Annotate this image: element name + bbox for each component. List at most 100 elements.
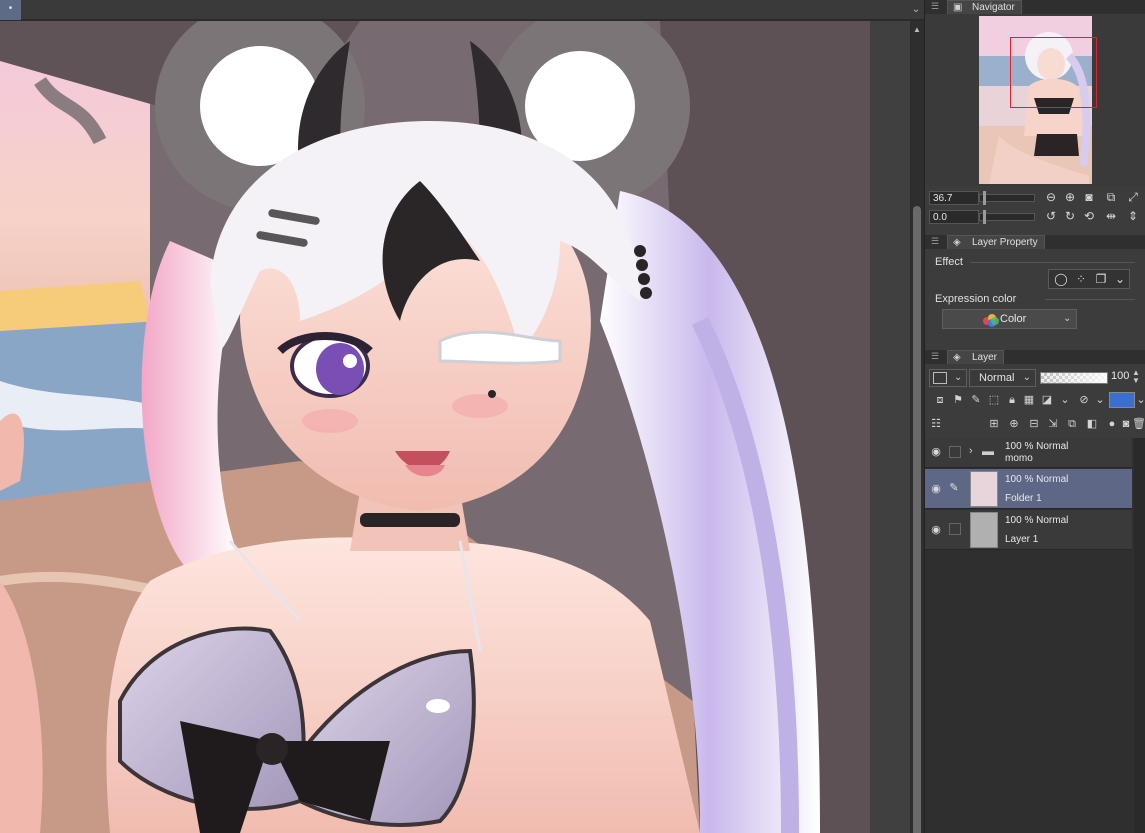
navigator-preview[interactable] [925,14,1145,186]
chevron-down-icon: ⌄ [1022,372,1031,383]
zoom-knob[interactable] [983,191,986,205]
pen-icon[interactable]: ✎ [947,481,961,495]
divider [1045,299,1135,300]
merge-down-icon[interactable]: ⧉ [1065,417,1079,431]
rotate-right-icon[interactable]: ↻ [1062,209,1078,225]
scroll-up-icon[interactable]: ▲ [910,23,924,37]
fit-view-icon[interactable]: ◙ [1081,190,1097,206]
layer-panel-title: Layer [972,352,998,363]
opacity-spinner-icon[interactable]: ▲ ▼ [1132,369,1140,385]
effect-buttons: ◯ ⁘ ❐ ⌄ [1048,269,1130,289]
flip-vertical-icon[interactable]: ⇕ [1125,209,1141,225]
layer-menu-icon[interactable]: ☷ [929,417,943,431]
apply-mask-icon[interactable]: ● [1105,417,1119,431]
scrollbar-thumb[interactable] [913,206,921,833]
rotation-track[interactable] [979,213,1035,221]
border-effect-icon[interactable]: ◯ [1053,271,1069,287]
lock-alpha-icon[interactable]: ▦ [1022,393,1036,407]
navigator-header: ☰ ▣ Navigator [925,0,1145,14]
rotation-slider[interactable]: 0.0 [929,210,1037,226]
zoom-slider[interactable]: 36.7 [929,191,1037,207]
eye-icon[interactable]: ◉ [929,482,943,496]
layer-color-icon[interactable]: ❐ [1093,271,1109,287]
mask-icon[interactable]: ◪ [1040,393,1054,407]
tab-layer[interactable]: ◈ Layer [947,350,1005,364]
chevron-down-icon[interactable]: ⌄ [1093,393,1107,407]
chevron-down-icon[interactable]: ⌄ [909,2,923,18]
panel-menu-icon[interactable]: ☰ [931,235,941,249]
reset-rotation-icon[interactable]: ⟲ [1081,209,1097,225]
chevron-down-icon[interactable]: ⌄ [1112,271,1128,287]
layer-color-swatch[interactable] [1109,392,1135,408]
lock-transparent-icon[interactable]: ⬚ [987,393,1001,407]
opacity-slider[interactable] [1040,372,1108,384]
tab-layer-property[interactable]: ◈ Layer Property [947,235,1045,249]
layer-property-body: Effect ◯ ⁘ ❐ ⌄ Expression color Color ⌄ [925,251,1145,344]
lock-toggle[interactable] [949,523,961,535]
canvas-tab-bar: • ⌄ [0,0,924,20]
navigator-view-frame[interactable] [1010,37,1097,108]
divider [970,262,1135,263]
panel-menu-icon[interactable]: ☰ [931,0,941,14]
expression-color-label: Expression color [935,293,1017,305]
zoom-value[interactable]: 36.7 [929,191,979,205]
layer-property-title: Layer Property [972,237,1038,248]
zoom-in-icon[interactable]: ⊕ [1062,190,1078,206]
mask-add-icon[interactable]: ◧ [1085,417,1099,431]
layer-name: momo [1005,453,1033,464]
layer-mode: 100 % Normal [1005,441,1069,452]
drawing-canvas[interactable] [0,21,870,833]
layer-mode: 100 % Normal [1005,474,1069,485]
zoom-out-icon[interactable]: ⊖ [1043,190,1059,206]
ruler-icon[interactable]: ⊘ [1077,393,1091,407]
chevron-down-icon[interactable]: ⌄ [1058,393,1072,407]
layer-panel-header: ☰ ◈ Layer [925,350,1145,364]
eye-icon[interactable]: ◉ [929,445,943,459]
camera-icon[interactable]: ◙ [1119,417,1133,431]
navigator-icon: ▣ [953,2,963,13]
draft-layer-icon[interactable]: ✎ [969,393,983,407]
new-vector-layer-icon[interactable]: ⊕ [1007,417,1021,431]
layer-thumbnail [970,471,998,507]
trash-icon[interactable]: 🗑︎ [1132,417,1145,431]
rotation-knob[interactable] [983,210,986,224]
chevron-right-icon[interactable]: › [969,445,973,457]
layer-list-scrollbar[interactable] [1134,438,1145,833]
clip-layer-icon[interactable]: ⧈ [933,393,947,407]
tone-effect-icon[interactable]: ⁘ [1073,271,1089,287]
expression-color-select[interactable]: Color ⌄ [942,309,1077,329]
panel-menu-icon[interactable]: ☰ [931,350,941,364]
tab-navigator[interactable]: ▣ Navigator [947,0,1022,14]
eye-icon[interactable]: ◉ [929,523,943,537]
layer-type-icon [933,372,947,384]
new-folder-icon[interactable]: ⊟ [1027,417,1041,431]
reference-layer-icon[interactable]: ⚑ [951,393,965,407]
rotation-value[interactable]: 0.0 [929,210,979,224]
effect-label: Effect [935,256,963,268]
layers-icon: ◈ [953,352,961,363]
artwork [0,21,870,833]
canvas-vertical-scrollbar[interactable]: ▲ ▼ [910,21,924,833]
zoom-track[interactable] [979,194,1035,202]
chevron-down-icon[interactable]: ⌄ [1134,393,1145,407]
layer-row-folder[interactable]: ◉ › ▬ 100 % Normal momo [925,438,1132,468]
flip-horizontal-icon[interactable]: ⇹ [1103,209,1119,225]
layer-name: Layer 1 [1005,534,1039,545]
layer-mode: 100 % Normal [1005,515,1069,526]
expression-color-value: Color [1000,313,1027,325]
lock-layer-icon[interactable]: 🔒︎ [1005,393,1019,407]
new-raster-layer-icon[interactable]: ⊞ [987,417,1001,431]
layer-row[interactable]: ◉ 100 % Normal Layer 1 [925,510,1132,550]
layer-row-selected[interactable]: ◉ ✎ 100 % Normal Folder 1 [925,469,1132,509]
transfer-down-icon[interactable]: ⇲ [1046,417,1060,431]
fit-window-icon[interactable]: ⤢ [1125,190,1141,206]
lock-toggle[interactable] [949,446,961,458]
actual-size-icon[interactable]: ⧉ [1103,190,1119,206]
blend-mode-select[interactable]: Normal ⌄ [969,369,1036,387]
layer-blend-toolbar: ⌄ Normal ⌄ 100 ▲ ▼ [925,364,1145,390]
opacity-value[interactable]: 100 [1111,370,1129,382]
layer-type-select[interactable]: ⌄ [929,369,967,387]
canvas-tab[interactable]: • [0,0,21,20]
layer-property-header: ☰ ◈ Layer Property [925,235,1145,249]
rotate-left-icon[interactable]: ↺ [1043,209,1059,225]
